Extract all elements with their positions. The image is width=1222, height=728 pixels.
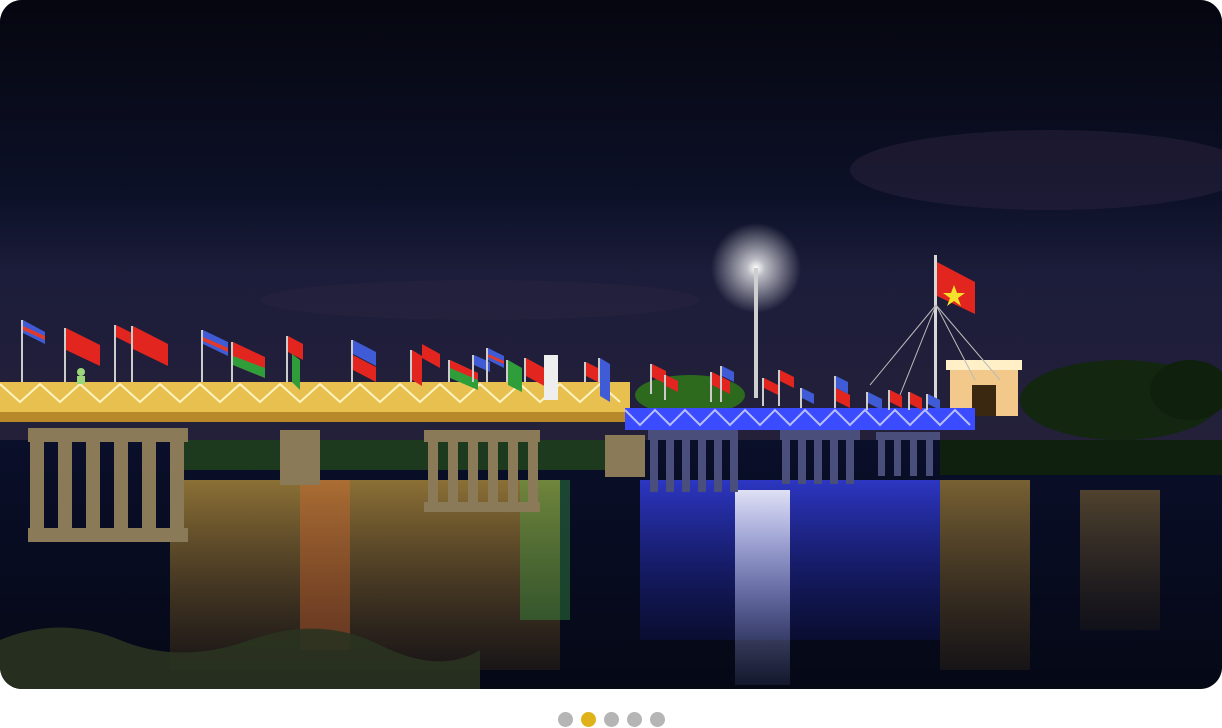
night-bridge-photo — [0, 0, 1222, 689]
carousel-dot-5[interactable] — [649, 711, 665, 727]
carousel-dot-2-active[interactable] — [580, 711, 596, 727]
carousel-dot-4[interactable] — [626, 711, 642, 727]
image-carousel — [0, 0, 1222, 728]
carousel-slide-image[interactable] — [0, 0, 1222, 689]
carousel-dot-1[interactable] — [557, 711, 573, 727]
carousel-pagination — [0, 711, 1222, 727]
carousel-dot-3[interactable] — [603, 711, 619, 727]
